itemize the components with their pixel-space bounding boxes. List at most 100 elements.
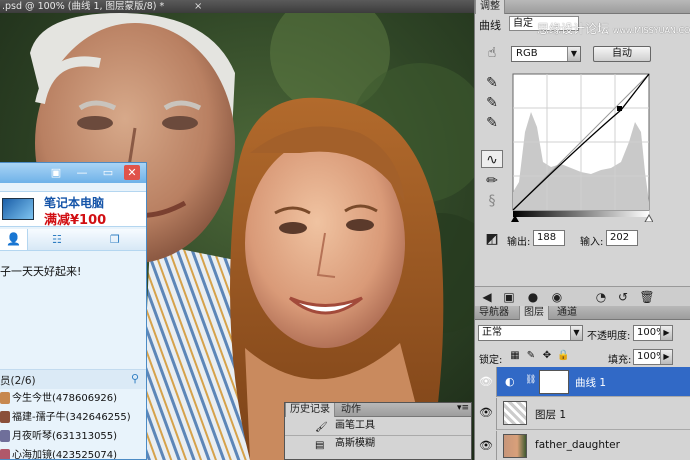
document-tab[interactable]: .psd @ 100% (曲线 1, 图层蒙版/8) * ×	[0, 0, 474, 13]
avatar	[0, 392, 10, 404]
close-icon[interactable]: ✕	[124, 165, 140, 180]
view-previous-icon[interactable]: ◔	[593, 289, 609, 305]
input-gradient-bar	[513, 211, 649, 217]
qq-signature[interactable]: 子一天天好起来!	[0, 263, 81, 279]
adjustment-list-icon[interactable]: ▣	[501, 289, 517, 305]
blend-mode-dropdown[interactable]: 正常 ▼	[478, 325, 583, 341]
right-panel-dock: 调整 曲线 自定 思缘设计论坛 www.MISSYUAN.COM ☝ ✎ ✎ ✎…	[474, 0, 690, 460]
smooth-curve-icon[interactable]: §	[481, 192, 503, 210]
qq-chat-window: ▣ — ▭ ✕ 笔记本电脑 满减¥100 👤 ☷ ❐ 子一天天好起来! 员(2/…	[0, 162, 147, 460]
opacity-field[interactable]: 100% ▶	[633, 325, 673, 341]
eye-icon[interactable]: 👁	[479, 439, 493, 453]
fill-field[interactable]: 100% ▶	[633, 349, 673, 365]
qq-ad-banner[interactable]: 笔记本电脑 满减¥100	[0, 191, 146, 228]
chevron-right-icon[interactable]: ▶	[660, 350, 672, 364]
tab-actions[interactable]: 动作	[337, 403, 365, 417]
adjustments-bottom-bar: ◀ ▣ ● ◉ ◔ ↺ 🗑	[475, 286, 690, 306]
lock-all-icon[interactable]: 🔒	[557, 350, 569, 362]
contact-item[interactable]: 月夜听琴(631313055)	[0, 427, 146, 446]
tab-layers[interactable]: 图层	[519, 306, 549, 320]
contact-item[interactable]: 心海加镜(423525074)	[0, 446, 146, 459]
chevron-down-icon: ▼	[567, 47, 580, 61]
document-tab-title: .psd @ 100% (曲线 1, 图层蒙版/8) *	[2, 1, 165, 12]
layers-panel-tabs: 导航器 图层 通道	[475, 306, 690, 320]
layers-panel: 正常 ▼ 不透明度: 100% ▶ 锁定: ▦ ✎ ✥ 🔒 填充: 100% ▶	[475, 320, 690, 460]
layer-thumbnail[interactable]	[503, 434, 527, 458]
tab-adjustments[interactable]: 调整	[475, 0, 505, 14]
recent-tab-icon[interactable]: ❐	[110, 233, 120, 246]
layer-name: father_daughter	[535, 439, 620, 451]
history-panel: 历史记录 动作 ▾≡ 🖌 画笔工具 ▤ 高斯模糊	[284, 402, 472, 460]
qq-tabs: 👤 ☷ ❐	[0, 229, 146, 251]
tab-history[interactable]: 历史记录	[285, 403, 335, 417]
channel-value: RGB	[516, 48, 538, 59]
contact-group-header[interactable]: 员(2/6) ⚲	[0, 369, 146, 389]
contact-item[interactable]: 福建-孺子牛(342646255)	[0, 408, 146, 427]
eye-icon[interactable]: 👁	[479, 375, 493, 389]
white-point-eyedropper-icon[interactable]: ✎	[481, 114, 503, 132]
chain-link-icon[interactable]: ⛓	[525, 375, 536, 385]
watermark-title: 思缘设计论坛	[537, 22, 610, 36]
gray-point-eyedropper-icon[interactable]: ✎	[481, 94, 503, 112]
visibility-icon[interactable]: ◉	[549, 289, 565, 305]
layer-row-father-daughter[interactable]: 👁 father_daughter	[475, 431, 690, 460]
tab-navigator[interactable]: 导航器	[475, 306, 513, 320]
output-field[interactable]: 188	[533, 230, 565, 246]
black-point-eyedropper-icon[interactable]: ✎	[481, 74, 503, 92]
history-item[interactable]: 🖌 画笔工具	[285, 418, 471, 434]
curves-label: 曲线	[479, 19, 501, 32]
pencil-icon[interactable]: ✏	[481, 172, 503, 190]
chevron-down-icon: ▼	[570, 326, 582, 340]
lock-label: 锁定:	[479, 355, 503, 366]
curves-adjustment-icon: ◐	[505, 375, 515, 388]
eye-icon[interactable]: 👁	[479, 406, 493, 420]
history-item-label: 高斯模糊	[335, 438, 375, 449]
visibility-column: 👁	[475, 398, 497, 430]
auto-button[interactable]: 自动	[593, 46, 651, 62]
qq-titlebar[interactable]: ▣ — ▭ ✕	[0, 163, 146, 183]
tab-channels[interactable]: 通道	[553, 306, 581, 320]
ad-subtitle: 满减¥100	[44, 213, 107, 228]
contacts-tab-icon[interactable]: 👤	[0, 229, 28, 250]
avatar	[0, 430, 10, 442]
laptop-icon	[2, 198, 34, 220]
fill-label: 填充:	[608, 355, 632, 366]
contact-item[interactable]: 今生今世(478606926)	[0, 389, 146, 408]
skin-icon[interactable]: ▣	[48, 165, 64, 180]
minimize-icon[interactable]: —	[74, 165, 90, 180]
chevron-right-icon[interactable]: ▶	[660, 326, 672, 340]
lock-position-icon[interactable]: ✥	[541, 350, 553, 362]
watermark-text: 思缘设计论坛 www.MISSYUAN.COM	[537, 20, 690, 37]
search-icon[interactable]: ⚲	[131, 372, 139, 385]
curves-graph[interactable]	[511, 72, 653, 222]
layer-row-layer1[interactable]: 👁 图层 1	[475, 398, 690, 430]
layer-row-curves[interactable]: 👁 ◐ ⛓ 曲线 1	[475, 367, 690, 397]
opacity-label: 不透明度:	[587, 331, 631, 342]
on-image-adjust-icon[interactable]: ☝	[481, 44, 503, 62]
contact-name: 今生今世(478606926)	[12, 393, 118, 404]
visibility-column: 👁	[475, 431, 497, 460]
clip-to-layer-icon[interactable]: ●	[525, 289, 541, 305]
lock-pixels-icon[interactable]: ✎	[525, 350, 537, 362]
close-document-icon[interactable]: ×	[194, 0, 202, 13]
channel-dropdown[interactable]: RGB ▼	[511, 46, 581, 62]
curve-points-icon[interactable]: ∿	[481, 150, 503, 168]
layer-mask-thumbnail[interactable]	[539, 370, 569, 394]
brush-icon: 🖌	[315, 422, 328, 433]
input-field[interactable]: 202	[606, 230, 638, 246]
curve-control-point[interactable]	[617, 106, 622, 111]
layer-thumbnail[interactable]	[503, 401, 527, 425]
groups-tab-icon[interactable]: ☷	[52, 233, 62, 246]
layer-name: 图层 1	[535, 409, 567, 421]
curves-preset-row: 曲线 自定 思缘设计论坛 www.MISSYUAN.COM	[475, 14, 690, 36]
visibility-column: 👁	[475, 367, 497, 397]
restore-icon[interactable]: ▭	[100, 165, 116, 180]
contact-name: 福建-孺子牛(342646255)	[12, 412, 131, 423]
back-arrow-icon[interactable]: ◀	[479, 289, 495, 305]
reset-icon[interactable]: ↺	[615, 289, 631, 305]
history-item[interactable]: ▤ 高斯模糊	[285, 435, 471, 451]
panel-menu-icon[interactable]: ▾≡	[457, 403, 469, 413]
eyedropper-sample-icon[interactable]: ◫	[481, 230, 503, 248]
trash-icon[interactable]: 🗑	[639, 289, 655, 305]
lock-transparency-icon[interactable]: ▦	[509, 350, 521, 362]
